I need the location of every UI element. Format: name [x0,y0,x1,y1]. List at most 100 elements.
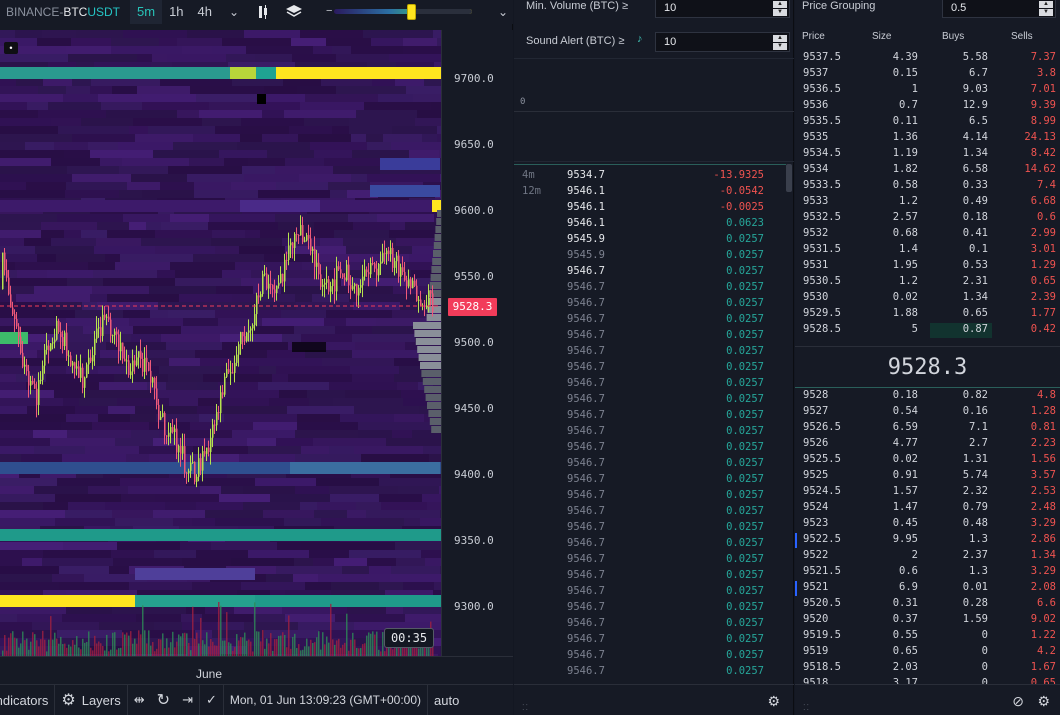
chevron-up-icon[interactable]: ▲ [773,34,787,42]
price-grouping-input-wrap[interactable]: ▲▼ [942,0,1056,18]
chevron-up-icon[interactable]: ▲ [773,0,787,8]
min-volume-input-wrap[interactable]: ▲▼ [655,0,790,18]
orderbook-row[interactable]: 9532 0.68 0.41 2.99 [795,227,1060,243]
trade-row[interactable]: 9546.7 0.0257 [514,297,786,313]
orderbook-row[interactable]: 9527 0.54 0.16 1.28 [795,405,1060,421]
timeframe-1h[interactable]: 1h [162,0,190,24]
scroll-to-end-button[interactable]: ⇥ [176,685,199,715]
sound-alert-stepper[interactable]: ▲ ▼ [773,34,787,50]
sound-alert-input-wrap[interactable]: ▲▼ [655,32,790,52]
trade-row[interactable]: 9546.7 0.0257 [514,537,786,553]
sound-alert-input[interactable] [656,36,766,48]
orderbook-row[interactable]: 9531.5 1.4 0.1 3.01 [795,243,1060,259]
trade-row[interactable]: 9546.7 0.0257 [514,521,786,537]
trades-scrollbar[interactable] [786,164,792,192]
timeframe-5m[interactable]: 5m [130,0,163,24]
trade-row[interactable]: 9546.1 -0.0025 [514,201,786,217]
orderbook-row[interactable]: 9524.5 1.57 2.32 2.53 [795,485,1060,501]
orderbook-row[interactable]: 9531 1.95 0.53 1.29 [795,259,1060,275]
chevron-down-icon[interactable]: ⌄ [493,0,513,24]
trade-row[interactable]: 4m 9534.7 -13.9325 [514,169,786,185]
chart-marker-icon[interactable]: • [4,42,18,54]
trade-row[interactable]: 12m 9546.1 -0.0542 [514,185,786,201]
heatmap-chart[interactable] [0,30,441,656]
fit-width-button[interactable]: ⇹ [128,685,151,715]
trade-row[interactable]: 9546.7 0.0257 [514,505,786,521]
timeframe-4h[interactable]: 4h [191,0,219,24]
price-axis[interactable]: 9700.0 9650.0 9600.0 9550.0 9500.0 9450.0 9400… [441,30,513,656]
datetime-display[interactable]: Mon, 01 Jun 13:09:23 (GMT+00:00) [224,685,427,715]
orderbook-row[interactable]: 9523 0.45 0.48 3.29 [795,517,1060,533]
trade-row[interactable]: 9546.7 0.0257 [514,457,786,473]
orderbook-row[interactable]: 9519.5 0.55 0 1.22 [795,629,1060,645]
chevron-down-icon[interactable]: ⌄ [219,0,249,24]
orderbook-row[interactable]: 9518.5 2.03 0 1.67 [795,661,1060,677]
orderbook-row[interactable]: 9521.5 0.6 1.3 3.29 [795,565,1060,581]
bell-icon[interactable]: ♪ [637,33,643,45]
orderbook-row[interactable]: 9538 0.43 45.04 6.76 [795,44,1060,51]
orderbook-row[interactable]: 9530.5 1.2 2.31 0.65 [795,275,1060,291]
orderbook-bids[interactable]: 9528 0.18 0.82 4.8 9527 0.54 0.16 1.28 9526.5 6.5… [795,389,1060,684]
trade-row[interactable]: 9546.7 0.0257 [514,601,786,617]
chevron-up-icon[interactable]: ▲ [1039,0,1053,8]
resize-handle-icon[interactable]: ⁚⁚ [522,703,529,712]
trade-row[interactable]: 9546.7 0.0257 [514,329,786,345]
auto-scale-button[interactable]: auto [428,685,465,715]
gear-icon[interactable]: ⚙ [767,693,780,710]
chevron-down-icon[interactable]: ▼ [773,42,787,50]
orderbook-row[interactable]: 9534.5 1.19 1.34 8.42 [795,147,1060,163]
trade-row[interactable]: 9546.7 0.0257 [514,345,786,361]
chevron-down-icon[interactable]: ▼ [1039,8,1053,16]
layers-button[interactable]: ⚙ Layers [55,685,126,715]
trade-row[interactable]: 9546.7 0.0257 [514,553,786,569]
orderbook-row[interactable]: 9537.5 4.39 5.58 7.37 [795,51,1060,67]
trade-row[interactable]: 9546.7 0.0257 [514,473,786,489]
candle-type-icon[interactable] [249,0,279,24]
trade-row[interactable]: 9545.9 0.0257 [514,249,786,265]
orderbook-row[interactable]: 9536.5 1 9.03 7.01 [795,83,1060,99]
orderbook-row[interactable]: 9534 1.82 6.58 14.62 [795,163,1060,179]
trade-row[interactable]: 9546.1 0.0623 [514,217,786,233]
resize-handle-icon[interactable]: ⁚⁚ [803,703,810,712]
trade-row[interactable]: 9546.7 0.0257 [514,649,786,665]
orderbook-row[interactable]: 9526 4.77 2.7 2.23 [795,437,1060,453]
trade-row[interactable]: 9546.7 0.0257 [514,393,786,409]
orderbook-row[interactable]: 9536 0.7 12.9 9.39 [795,99,1060,115]
trade-row[interactable]: 9546.7 0.0257 [514,633,786,649]
slider-handle[interactable] [407,4,417,20]
orderbook-row[interactable]: 9521 6.9 0.01 2.08 [795,581,1060,597]
orderbook-row[interactable]: 9533 1.2 0.49 6.68 [795,195,1060,211]
orderbook-row[interactable]: 9525 0.91 5.74 3.57 [795,469,1060,485]
heatmap-contrast-slider[interactable]: − [326,4,478,20]
orderbook-row[interactable]: 9525.5 0.02 1.31 1.56 [795,453,1060,469]
disable-icon[interactable]: ⊘ [1012,693,1024,710]
trade-row[interactable]: 9546.7 0.0257 [514,409,786,425]
orderbook-row[interactable]: 9526.5 6.59 7.1 0.81 [795,421,1060,437]
confirm-button[interactable]: ✓ [200,685,223,715]
trade-row[interactable]: 9546.7 0.0257 [514,281,786,297]
orderbook-row[interactable]: 9529.5 1.88 0.65 1.77 [795,307,1060,323]
trade-row[interactable]: 9545.9 0.0257 [514,233,786,249]
orderbook-row[interactable]: 9535 1.36 4.14 24.13 [795,131,1060,147]
orderbook-row[interactable]: 9518 3.17 0 0.65 [795,677,1060,684]
trade-row[interactable]: 9546.7 0.0257 [514,665,786,681]
trade-row[interactable]: 9546.7 0.0257 [514,425,786,441]
price-grouping-stepper[interactable]: ▲ ▼ [1039,0,1053,16]
orderbook-row[interactable]: 9537 0.15 6.7 3.8 [795,67,1060,83]
trade-row[interactable]: 9546.7 0.0257 [514,377,786,393]
orderbook-row[interactable]: 9528 0.18 0.82 4.8 [795,389,1060,405]
pair-selector[interactable]: BINANCE-BTCUSDT [0,5,130,19]
orderbook-row[interactable]: 9530 0.02 1.34 2.39 [795,291,1060,307]
indicators-button[interactable]: Indicators [0,685,54,715]
chevron-down-icon[interactable]: ▼ [773,8,787,16]
trade-row[interactable]: 9546.7 0.0257 [514,265,786,281]
trades-list[interactable]: 4m 9534.7 -13.9325 12m 9546.1 -0.0542 9546.1 -0… [514,164,786,684]
trade-row[interactable]: 9546.7 0.0257 [514,361,786,377]
min-volume-input[interactable] [656,2,766,14]
orderbook-row[interactable]: 9535.5 0.11 6.5 8.99 [795,115,1060,131]
orderbook-row[interactable]: 9533.5 0.58 0.33 7.4 [795,179,1060,195]
trade-row[interactable]: 9546.7 0.0257 [514,569,786,585]
price-grouping-input[interactable] [943,2,1033,14]
min-volume-stepper[interactable]: ▲ ▼ [773,0,787,16]
orderbook-row[interactable]: 9519 0.65 0 4.2 [795,645,1060,661]
